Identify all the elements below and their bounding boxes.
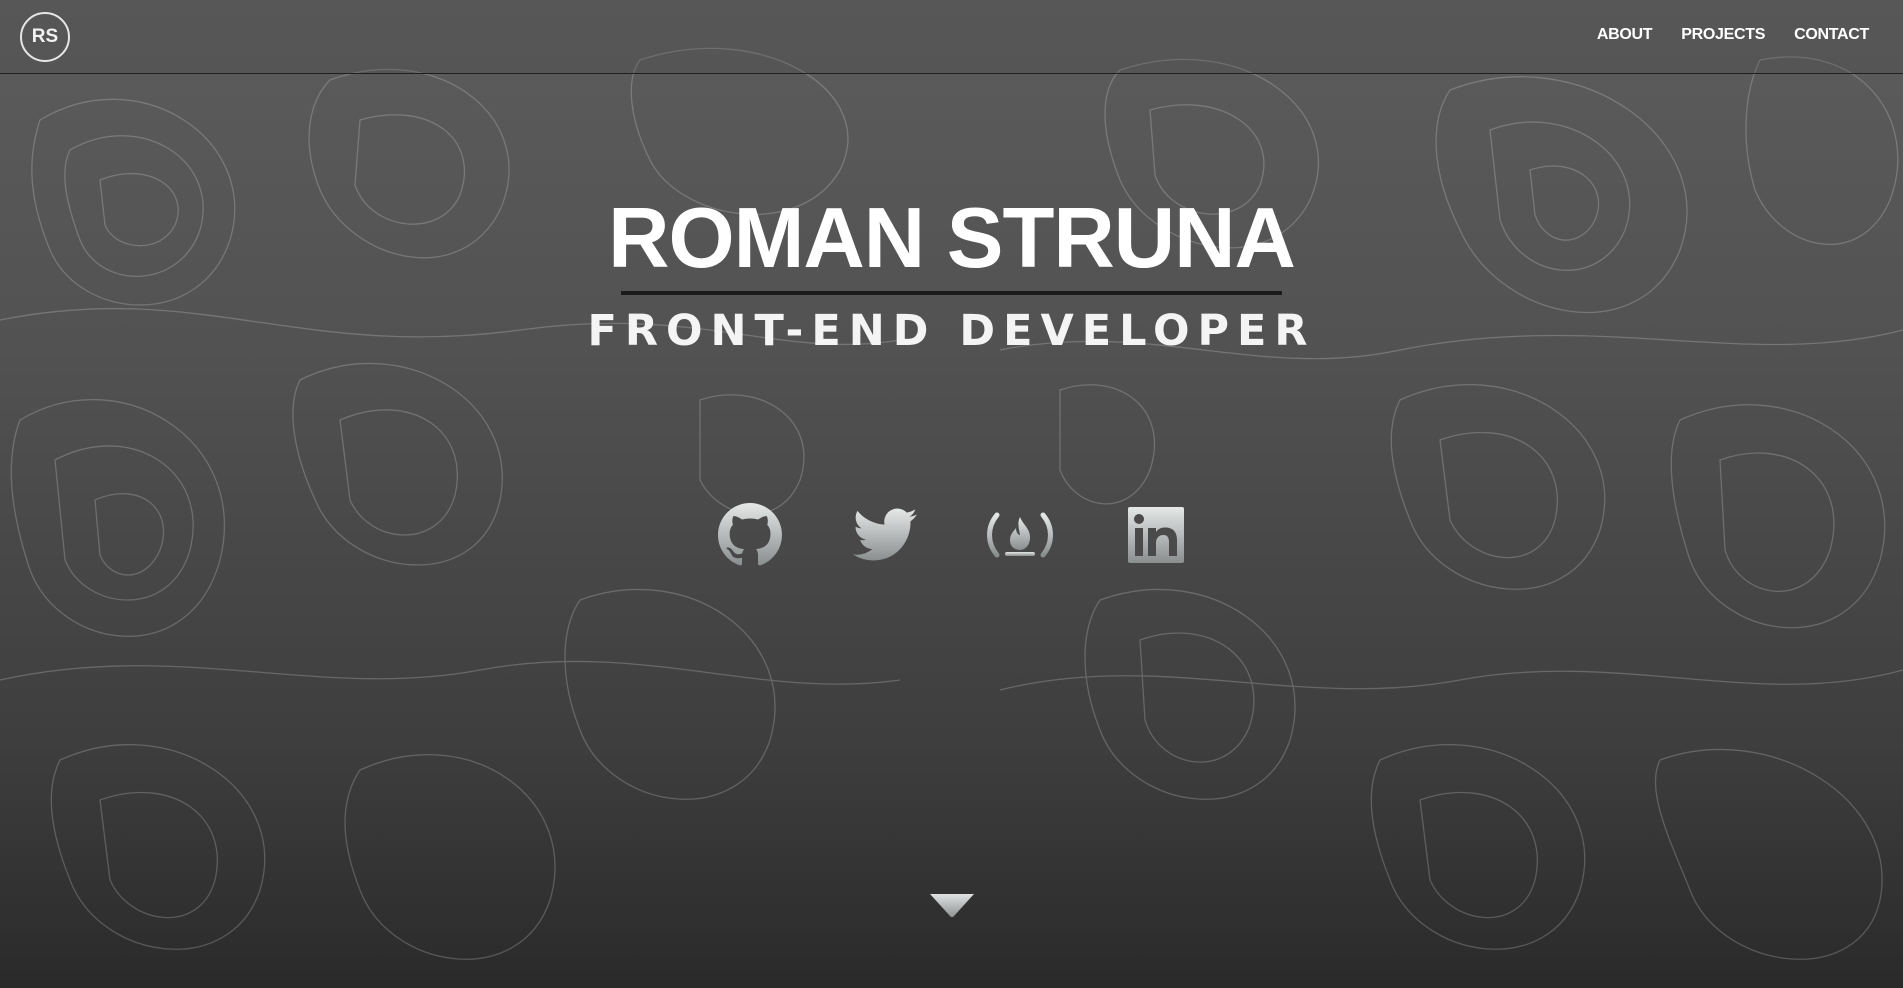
hero-divider <box>621 291 1282 295</box>
freecodecamp-link[interactable] <box>982 500 1058 570</box>
chevron-down-icon[interactable] <box>928 892 976 920</box>
hero-name: ROMAN STRUNA <box>608 191 1296 286</box>
twitter-icon <box>853 508 917 561</box>
logo[interactable]: RS <box>20 12 70 62</box>
freecodecamp-icon <box>987 512 1053 558</box>
hero-subtitle: FRONT-END DEVELOPER <box>587 306 1316 356</box>
topographic-background <box>0 47 1903 960</box>
github-icon <box>718 503 782 566</box>
twitter-link[interactable] <box>850 500 920 570</box>
linkedin-icon <box>1128 507 1184 563</box>
nav-link-contact[interactable]: CONTACT <box>1794 26 1869 44</box>
linkedin-link[interactable] <box>1126 500 1186 570</box>
nav-link-about[interactable]: ABOUT <box>1597 26 1653 44</box>
navbar: RS ABOUT PROJECTS CONTACT <box>0 0 1903 74</box>
nav-link-projects[interactable]: PROJECTS <box>1681 26 1765 44</box>
github-link[interactable] <box>715 500 785 570</box>
nav-menu: ABOUT PROJECTS CONTACT <box>1597 26 1869 44</box>
